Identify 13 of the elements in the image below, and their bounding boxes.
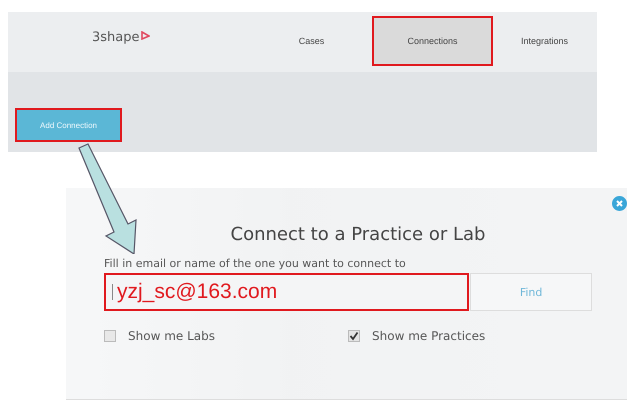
nav-tab[interactable]: Connections <box>372 16 493 66</box>
checkbox-label: Show me Practices <box>372 329 486 343</box>
dialog-title: Connect to a Practice or Lab <box>230 224 486 245</box>
checkbox-label: Show me Labs <box>128 329 215 343</box>
search-field[interactable]: yzj_sc@163.com <box>104 273 470 311</box>
nav-tab[interactable]: Cases <box>251 16 372 66</box>
triangle-icon <box>140 31 150 40</box>
close-icon[interactable] <box>612 196 627 211</box>
checkbox[interactable] <box>348 330 360 342</box>
field-label: Fill in email or name of the one you want to connect to <box>104 257 407 270</box>
logo: 3shape <box>92 30 150 45</box>
checkbox[interactable] <box>104 330 116 342</box>
nav-tab[interactable]: Integrations <box>493 16 596 66</box>
